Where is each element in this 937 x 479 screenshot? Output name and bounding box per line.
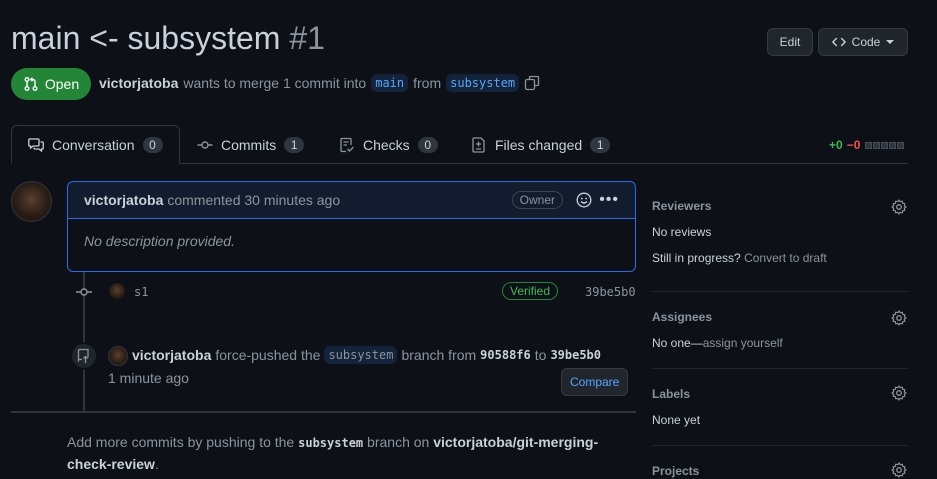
- push-hint-branch: subsystem: [298, 436, 364, 450]
- compare-button[interactable]: Compare: [561, 368, 629, 396]
- diffstat-deletions: −0: [846, 138, 861, 152]
- convert-to-draft-link[interactable]: Convert to draft: [744, 251, 827, 265]
- force-push-time[interactable]: 1 minute ago: [108, 370, 189, 386]
- comment-discussion-icon: [28, 137, 44, 152]
- reviewers-title[interactable]: Reviewers: [652, 199, 711, 213]
- pr-number: #1: [289, 20, 325, 56]
- pull-request-icon: [24, 77, 38, 91]
- assign-yourself-link[interactable]: assign yourself: [703, 336, 783, 350]
- head-branch[interactable]: subsystem: [446, 74, 520, 92]
- gear-icon[interactable]: [891, 462, 907, 478]
- commit-avatar[interactable]: [109, 283, 125, 299]
- diffstat: +0 −0: [829, 138, 905, 152]
- owner-badge: Owner: [511, 191, 563, 209]
- labels-title[interactable]: Labels: [652, 387, 690, 401]
- diffstat-blocks: [864, 138, 905, 152]
- push-hint-text-2: branch on: [367, 434, 430, 450]
- timeline-divider: [11, 411, 636, 413]
- force-push-author[interactable]: victorjatoba: [132, 347, 211, 363]
- assignees-none: No one—: [652, 336, 703, 350]
- commit-row: s1 Verified 39be5b0: [75, 281, 636, 303]
- base-branch[interactable]: main: [371, 74, 409, 92]
- code-button[interactable]: Code: [818, 28, 908, 56]
- tab-checks-count: 0: [417, 136, 438, 153]
- avatar[interactable]: [11, 181, 52, 222]
- force-push-event: victorjatoba force-pushed the subsystem …: [132, 346, 601, 364]
- tab-conversation[interactable]: Conversation 0: [11, 125, 180, 164]
- state-badge: Open: [11, 68, 91, 100]
- merge-summary: victorjatoba wants to merge 1 commit int…: [99, 74, 540, 92]
- commit-icon: [197, 140, 213, 149]
- code-icon: [831, 37, 846, 47]
- pr-title: main <- subsystem #1: [11, 20, 325, 57]
- comment-box: victorjatoba commented 30 minutes ago Ow…: [67, 181, 636, 272]
- push-hint-text: Add more commits by pushing to the: [67, 434, 295, 450]
- comment-body: No description provided.: [84, 233, 235, 249]
- commit-sha[interactable]: 39be5b0: [585, 285, 636, 299]
- copy-icon[interactable]: [524, 75, 540, 91]
- smiley-icon[interactable]: [576, 192, 592, 208]
- force-push-text-3: to: [534, 347, 547, 363]
- force-push-to-sha[interactable]: 39be5b0: [550, 348, 601, 362]
- comment-meta[interactable]: commented 30 minutes ago: [167, 192, 340, 208]
- gear-icon[interactable]: [891, 385, 907, 401]
- state-label: Open: [44, 76, 80, 92]
- tab-checks-label: Checks: [363, 136, 410, 153]
- commit-message[interactable]: s1: [134, 285, 148, 299]
- tab-checks[interactable]: Checks 0: [339, 125, 438, 164]
- gear-icon[interactable]: [891, 199, 907, 215]
- force-push-branch[interactable]: subsystem: [324, 346, 398, 364]
- tab-files-changed[interactable]: Files changed 1: [471, 125, 611, 164]
- tab-files-count: 1: [590, 136, 611, 153]
- repo-push-icon: [77, 348, 89, 363]
- comment-author[interactable]: victorjatoba: [84, 192, 163, 208]
- tab-conversation-label: Conversation: [52, 136, 135, 153]
- checklist-icon: [340, 137, 354, 152]
- comment-header: victorjatoba commented 30 minutes ago Ow…: [68, 182, 635, 219]
- author-link[interactable]: victorjatoba: [99, 75, 178, 91]
- sidebar-divider: [652, 368, 908, 369]
- tab-commits-count: 1: [284, 136, 305, 153]
- diffstat-additions: +0: [829, 138, 843, 152]
- tab-commits[interactable]: Commits 1: [197, 125, 305, 164]
- push-hint: Add more commits by pushing to the subsy…: [67, 432, 636, 475]
- reviewers-value: No reviews: [652, 225, 712, 239]
- commit-icon: [76, 288, 92, 296]
- draft-question: Still in progress?: [652, 251, 741, 265]
- tab-conversation-count: 0: [142, 136, 163, 153]
- assignees-title[interactable]: Assignees: [652, 310, 712, 324]
- merge-text-from: from: [413, 75, 442, 91]
- labels-value: None yet: [652, 413, 701, 427]
- sidebar-divider: [652, 445, 908, 446]
- projects-title[interactable]: Projects: [652, 464, 699, 478]
- file-diff-icon: [472, 136, 485, 153]
- merge-text: wants to merge 1 commit into: [183, 75, 367, 91]
- assignees-value: No one—assign yourself: [652, 336, 783, 350]
- code-button-label: Code: [851, 35, 881, 49]
- edit-button-label: Edit: [779, 35, 801, 49]
- gear-icon[interactable]: [891, 310, 907, 326]
- force-push-avatar[interactable]: [108, 346, 128, 366]
- verified-badge[interactable]: Verified: [502, 282, 559, 300]
- force-push-from-sha[interactable]: 90588f6: [480, 348, 531, 362]
- force-push-badge: [70, 342, 98, 370]
- sidebar-divider: [652, 291, 908, 292]
- tab-files-label: Files changed: [495, 136, 583, 153]
- force-push-text-2: branch from: [401, 347, 477, 363]
- force-push-text: force-pushed the: [215, 347, 321, 363]
- kebab-horizontal-icon[interactable]: •••: [599, 191, 619, 209]
- tab-commits-label: Commits: [221, 136, 277, 153]
- draft-hint: Still in progress? Convert to draft: [652, 251, 827, 265]
- push-hint-period: .: [154, 456, 159, 472]
- edit-button[interactable]: Edit: [767, 28, 813, 56]
- chevron-down-icon: [886, 40, 895, 44]
- pr-title-text: main <- subsystem: [11, 20, 281, 56]
